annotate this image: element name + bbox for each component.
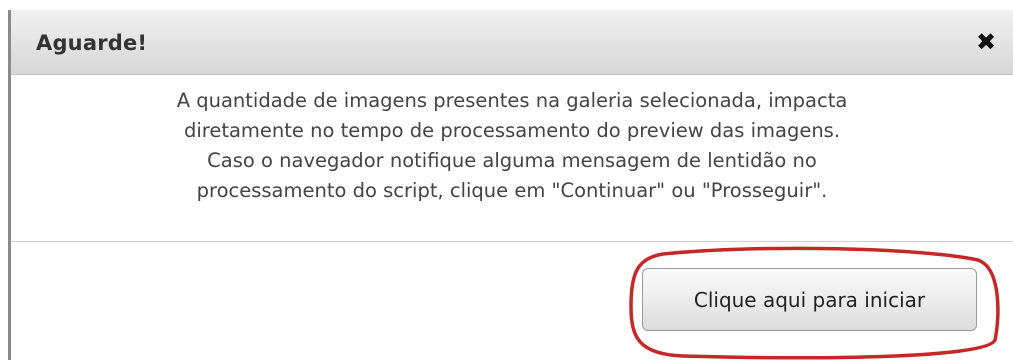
dialog-message: A quantidade de imagens presentes na gal… (11, 86, 1013, 206)
close-icon[interactable]: ✖ (973, 27, 999, 57)
message-line: diretamente no tempo de processamento do… (183, 119, 841, 142)
dialog-divider (11, 241, 1013, 242)
start-button[interactable]: Clique aqui para iniciar (642, 268, 977, 331)
message-line: A quantidade de imagens presentes na gal… (176, 89, 848, 112)
message-line: processamento do script, clique em "Cont… (196, 179, 828, 202)
message-line: Caso o navegador notifique alguma mensag… (207, 149, 817, 172)
dialog-title: Aguarde! (36, 31, 148, 55)
dialog-titlebar: Aguarde! ✖ (11, 10, 1013, 75)
wait-dialog: Aguarde! ✖ A quantidade de imagens prese… (8, 10, 1013, 360)
